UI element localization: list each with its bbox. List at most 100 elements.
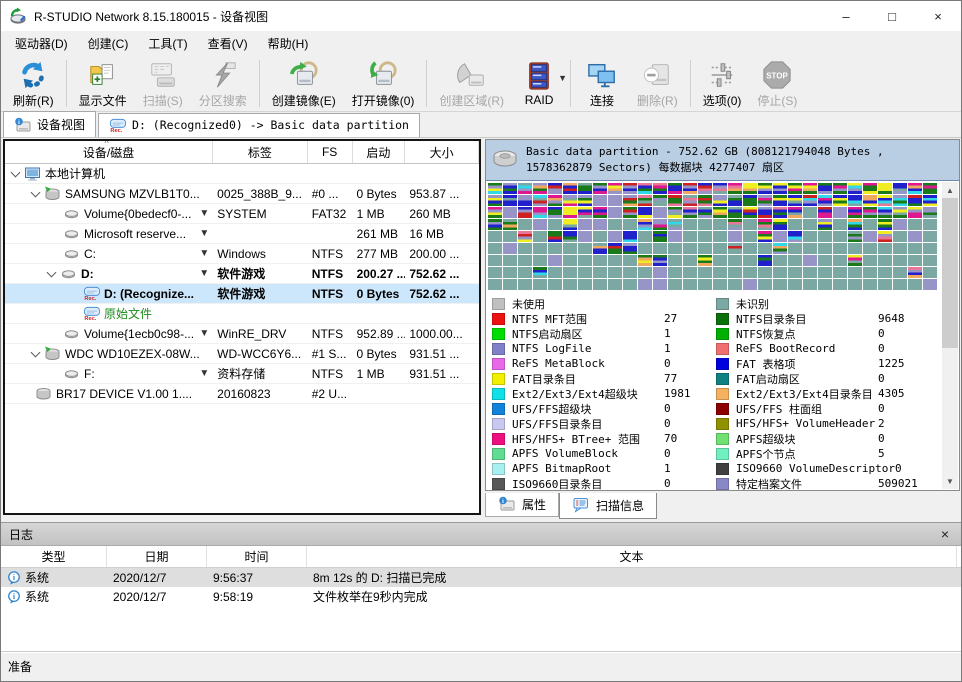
scan-block xyxy=(518,183,532,194)
legend-label: Ext2/Ext3/Ext4目录条目 xyxy=(736,386,873,402)
toolbar-button-7[interactable]: ▼ RAID xyxy=(512,56,566,111)
toolbar: 刷新(R) 显示文件 扫描(S) 分区搜索 创建镜像(E) 打开镜像(0) 创建… xyxy=(1,56,961,112)
fs-cell xyxy=(308,304,353,323)
combo-arrow-icon[interactable]: ▼ xyxy=(199,268,213,279)
menu-item-3[interactable]: 查看(V) xyxy=(198,31,258,56)
toolbar-button-1[interactable]: 显示文件 xyxy=(71,56,135,111)
legend-value: 77 xyxy=(664,372,716,385)
scan-scrollbar[interactable]: ▲ ▼ xyxy=(942,182,958,489)
bottom-tab-1[interactable]: 扫描信息 xyxy=(559,493,657,519)
view-tab-1[interactable]: Rec. D: (Recognized0) -> Basic data part… xyxy=(98,113,420,137)
scroll-up-icon[interactable]: ▲ xyxy=(942,182,958,198)
start-cell: 952.89 ... xyxy=(353,324,406,343)
legend-swatch xyxy=(492,403,505,415)
toolbar-button-9: 删除(R) xyxy=(629,56,686,111)
size-cell: 1000.00... xyxy=(405,324,479,343)
connect-icon xyxy=(586,60,618,90)
log-row[interactable]: i系统 2020/12/7 9:58:19 文件枚举在9秒内完成 xyxy=(1,587,961,606)
table-row[interactable]: WDC WD10EZEX-08W... WD-WCC6Y6... #1 S...… xyxy=(5,344,479,364)
scan-block xyxy=(878,207,892,218)
menu-item-0[interactable]: 驱动器(D) xyxy=(5,31,78,56)
menu-item-2[interactable]: 工具(T) xyxy=(138,31,197,56)
table-row[interactable]: Rec. D: (Recognize... 软件游戏 NTFS 0 Bytes … xyxy=(5,284,479,304)
scan-block xyxy=(803,219,817,230)
log-column-header-3[interactable]: 文本 xyxy=(307,546,957,567)
table-row[interactable]: Volume{0bedecf0-... ▼ SYSTEM FAT32 1 MB … xyxy=(5,204,479,224)
scan-block xyxy=(803,231,817,242)
table-row[interactable]: Microsoft reserve... ▼ 261 MB 16 MB xyxy=(5,224,479,244)
scan-block xyxy=(773,255,787,266)
minimize-button[interactable]: – xyxy=(823,1,869,31)
chevron-down-icon[interactable] xyxy=(11,167,21,177)
legend-label: FAT启动扇区 xyxy=(736,371,800,387)
log-row[interactable]: i系统 2020/12/7 9:56:37 8m 12s 的 D: 扫描已完成 xyxy=(1,568,961,587)
scan-block xyxy=(488,255,502,266)
table-row[interactable]: D: ▼ 软件游戏 NTFS 200.27 ... 752.62 ... xyxy=(5,264,479,284)
table-row[interactable]: 本地计算机 xyxy=(5,164,479,184)
combo-arrow-icon[interactable]: ▼ xyxy=(199,248,213,259)
toolbar-button-0[interactable]: 刷新(R) xyxy=(5,56,62,111)
table-row[interactable]: F: ▼ 资料存储 NTFS 1 MB 931.51 ... xyxy=(5,364,479,384)
scan-block xyxy=(773,207,787,218)
log-date: 2020/12/7 xyxy=(107,590,207,604)
scan-block xyxy=(548,207,562,218)
size-cell: 953.87 ... xyxy=(405,184,479,203)
bottom-tab-0[interactable]: i 属性 xyxy=(485,493,559,517)
close-button[interactable]: × xyxy=(915,1,961,31)
column-header-3[interactable]: 启动 xyxy=(353,141,406,163)
scan-block xyxy=(698,255,712,266)
open-image-icon xyxy=(367,60,399,90)
combo-arrow-icon[interactable]: ▼ xyxy=(199,328,213,339)
log-column-header-2[interactable]: 时间 xyxy=(207,546,307,567)
table-row[interactable]: SAMSUNG MZVLB1T0... 0025_388B_9... #0 ..… xyxy=(5,184,479,204)
menu-bar: 驱动器(D)创建(C)工具(T)查看(V)帮助(H) xyxy=(1,31,961,56)
toolbar-button-5[interactable]: 打开镜像(0) xyxy=(344,56,423,111)
combo-arrow-icon[interactable]: ▼ xyxy=(199,228,213,239)
scan-block xyxy=(653,231,667,242)
scroll-down-icon[interactable]: ▼ xyxy=(942,473,958,489)
scan-block xyxy=(518,219,532,230)
table-row[interactable]: C: ▼ Windows NTFS 277 MB 200.00 ... xyxy=(5,244,479,264)
legend-value: 1 xyxy=(664,342,716,355)
view-tab-0[interactable]: i 设备视图 xyxy=(3,111,96,137)
maximize-button[interactable]: □ xyxy=(869,1,915,31)
scan-block xyxy=(533,183,547,194)
combo-arrow-icon[interactable]: ▼ xyxy=(199,208,213,219)
column-header-2[interactable]: FS xyxy=(308,141,353,163)
chevron-down-icon[interactable] xyxy=(47,267,57,277)
rec-icon: Rec. xyxy=(83,286,100,302)
scan-block xyxy=(518,267,532,278)
window-title: R-STUDIO Network 8.15.180015 - 设备视图 xyxy=(34,8,268,25)
legend-label: UFS/FFS 柱面组 xyxy=(736,401,822,417)
column-header-1[interactable]: 标签 xyxy=(213,141,308,163)
scan-block xyxy=(893,231,907,242)
table-row[interactable]: BR17 DEVICE V1.00 1.... 20160823 #2 U... xyxy=(5,384,479,404)
device-name: WDC WD10EZEX-08W... xyxy=(65,347,200,361)
scan-block xyxy=(803,243,817,254)
dropdown-arrow-icon[interactable]: ▼ xyxy=(558,73,567,83)
device-tree-header: ^设备/磁盘标签FS启动大小 xyxy=(5,141,479,164)
toolbar-button-10[interactable]: 选项(0) xyxy=(695,56,750,111)
log-column-header-1[interactable]: 日期 xyxy=(107,546,207,567)
scan-block xyxy=(563,195,577,206)
scan-block xyxy=(743,231,757,242)
chevron-down-icon[interactable] xyxy=(31,187,41,197)
column-header-0[interactable]: ^设备/磁盘 xyxy=(5,141,213,163)
scroll-thumb[interactable] xyxy=(942,198,958,348)
log-close-icon[interactable]: × xyxy=(937,526,953,542)
scan-block xyxy=(563,255,577,266)
menu-item-4[interactable]: 帮助(H) xyxy=(258,31,319,56)
size-cell: 16 MB xyxy=(405,224,479,243)
table-row[interactable]: Volume{1ecb0c98-... ▼ WinRE_DRV NTFS 952… xyxy=(5,324,479,344)
start-cell xyxy=(353,304,406,323)
column-header-4[interactable]: 大小 xyxy=(405,141,479,163)
scan-block xyxy=(848,255,862,266)
toolbar-button-4[interactable]: 创建镜像(E) xyxy=(264,56,344,111)
table-row[interactable]: Rec. 原始文件 xyxy=(5,304,479,324)
chevron-down-icon[interactable] xyxy=(31,347,41,357)
scan-block xyxy=(623,243,637,254)
log-column-header-0[interactable]: 类型 xyxy=(1,546,107,567)
menu-item-1[interactable]: 创建(C) xyxy=(78,31,139,56)
toolbar-button-8[interactable]: 连接 xyxy=(575,56,629,111)
combo-arrow-icon[interactable]: ▼ xyxy=(199,368,213,379)
